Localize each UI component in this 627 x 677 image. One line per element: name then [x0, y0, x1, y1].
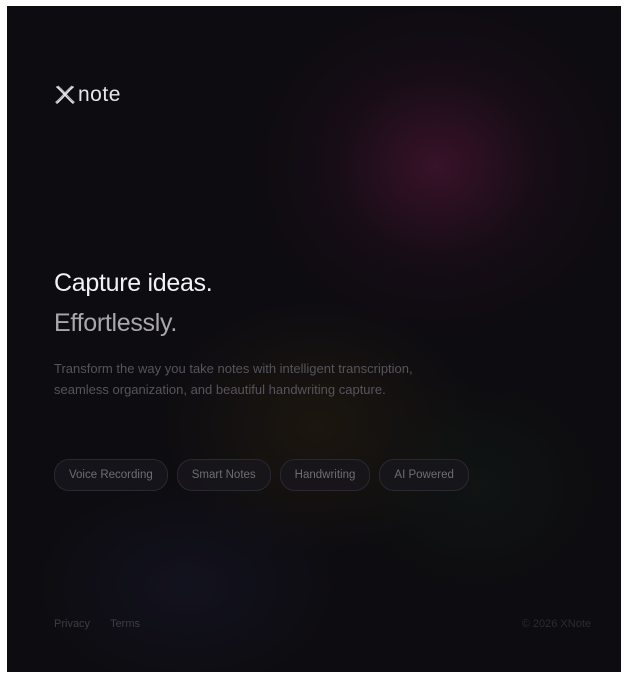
feature-chip-smart-notes[interactable]: Smart Notes	[176, 459, 271, 491]
brand-logo[interactable]: note	[54, 82, 121, 108]
hero-headline: Capture ideas.	[54, 269, 213, 297]
footer-links: Privacy Terms	[54, 617, 140, 631]
feature-chip-voice-recording[interactable]: Voice Recording	[54, 459, 168, 491]
privacy-link[interactable]: Privacy	[54, 617, 90, 631]
hero-subheadline: Effortlessly.	[54, 309, 177, 337]
x-logo-icon	[55, 85, 75, 104]
copyright-text: © 2026 XNote	[521, 618, 591, 630]
hero-description: Transform the way you take notes with in…	[54, 361, 413, 397]
feature-chip-handwriting[interactable]: Handwriting	[279, 459, 371, 491]
background-glow-amber	[157, 296, 477, 556]
feature-chips: Voice Recording Smart Notes Handwriting …	[54, 459, 469, 491]
brand-name: note	[78, 83, 121, 106]
terms-link[interactable]: Terms	[110, 617, 140, 631]
background-glow-magenta	[247, 6, 621, 336]
page-container: note Capture ideas. Effortlessly. Transf…	[7, 6, 621, 672]
background-glow-blue	[27, 476, 347, 672]
feature-chip-ai-powered[interactable]: AI Powered	[379, 459, 469, 491]
